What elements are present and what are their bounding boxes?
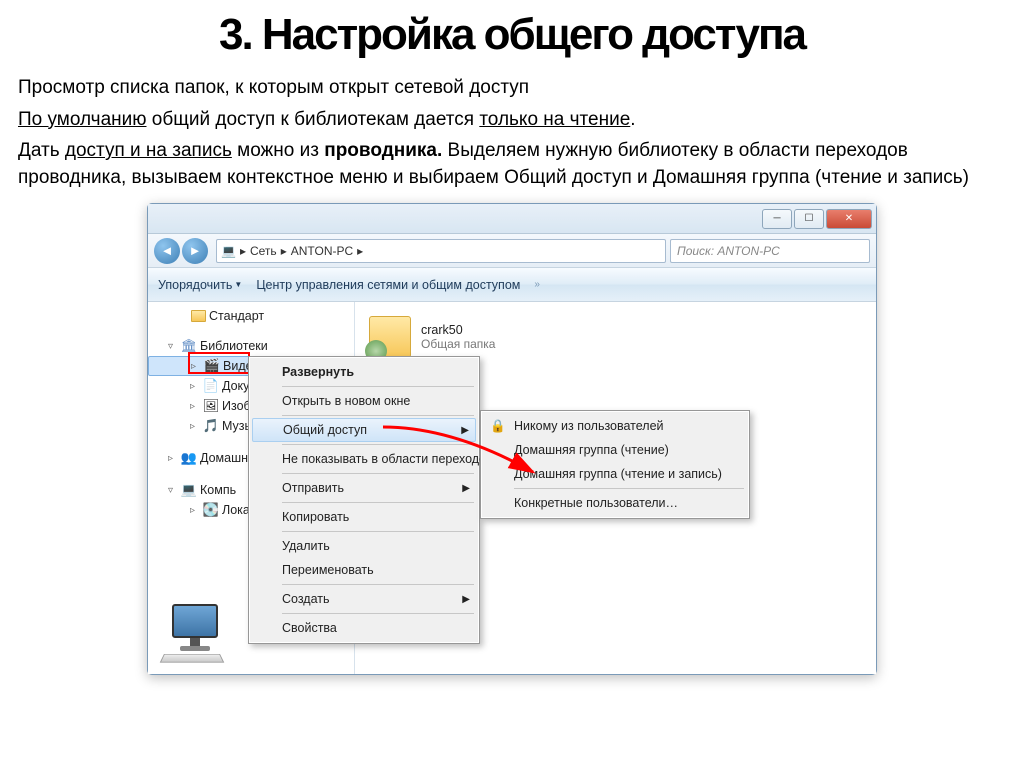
folder-name: crark50 — [421, 323, 495, 337]
breadcrumb-network[interactable]: Сеть — [250, 244, 277, 258]
tree-libraries[interactable]: ▿🏛Библиотеки — [148, 336, 354, 356]
maximize-button[interactable]: ☐ — [794, 209, 824, 229]
address-bar[interactable]: 💻 ▸ Сеть ▸ ANTON-PC ▸ — [216, 239, 666, 263]
menu-delete[interactable]: Удалить — [252, 534, 476, 558]
menu-create[interactable]: Создать▶ — [252, 587, 476, 611]
submenu-nobody[interactable]: 🔒Никому из пользователей — [484, 414, 746, 438]
menu-expand[interactable]: Развернуть — [252, 360, 476, 384]
explorer-window: ─ ☐ ✕ ◄ ► 💻 ▸ Сеть ▸ ANTON-PC ▸ Поиск: A… — [147, 203, 877, 675]
toolbar: Упорядочить ▼ Центр управления сетями и … — [148, 268, 876, 302]
folder-type: Общая папка — [421, 337, 495, 351]
network-icon: 💻 — [221, 244, 236, 258]
context-menu: Развернуть Открыть в новом окне Общий до… — [248, 356, 480, 644]
text-line-3: Дать доступ и на запись можно из проводн… — [18, 138, 994, 191]
menu-hide-nav[interactable]: Не показывать в области переходов — [252, 447, 476, 471]
network-center-button[interactable]: Центр управления сетями и общим доступом — [256, 278, 520, 292]
text-line-2: По умолчанию общий доступ к библиотекам … — [18, 107, 994, 134]
back-button[interactable]: ◄ — [154, 238, 180, 264]
lock-icon: 🔒 — [488, 419, 508, 434]
shared-folder-item[interactable]: crark50 Общая папка — [369, 316, 862, 358]
menu-copy[interactable]: Копировать — [252, 505, 476, 529]
text-line-1: Просмотр списка папок, к которым открыт … — [18, 75, 994, 102]
menu-send[interactable]: Отправить▶ — [252, 476, 476, 500]
menu-properties[interactable]: Свойства — [252, 616, 476, 640]
search-input[interactable]: Поиск: ANTON-PC — [670, 239, 870, 263]
navigation-bar: ◄ ► 💻 ▸ Сеть ▸ ANTON-PC ▸ Поиск: ANTON-P… — [148, 234, 876, 268]
submenu-specific-users[interactable]: Конкретные пользователи… — [484, 491, 746, 515]
menu-open-new-window[interactable]: Открыть в новом окне — [252, 389, 476, 413]
slide-text: Просмотр списка папок, к которым открыт … — [0, 75, 1024, 191]
minimize-button[interactable]: ─ — [762, 209, 792, 229]
shared-folder-icon — [369, 316, 411, 358]
menu-share[interactable]: Общий доступ▶ — [252, 418, 476, 442]
menu-rename[interactable]: Переименовать — [252, 558, 476, 582]
computer-illustration — [160, 604, 232, 666]
close-button[interactable]: ✕ — [826, 209, 872, 229]
share-submenu: 🔒Никому из пользователей Домашняя группа… — [480, 410, 750, 519]
submenu-homegroup-read[interactable]: Домашняя группа (чтение) — [484, 438, 746, 462]
forward-button[interactable]: ► — [182, 238, 208, 264]
tree-standard[interactable]: Стандарт — [148, 306, 354, 326]
titlebar[interactable]: ─ ☐ ✕ — [148, 204, 876, 234]
submenu-homegroup-readwrite[interactable]: Домашняя группа (чтение и запись) — [484, 462, 746, 486]
organize-button[interactable]: Упорядочить ▼ — [158, 278, 242, 292]
slide-title: 3. Настройка общего доступа — [0, 0, 1024, 75]
breadcrumb-pc[interactable]: ANTON-PC — [291, 244, 353, 258]
